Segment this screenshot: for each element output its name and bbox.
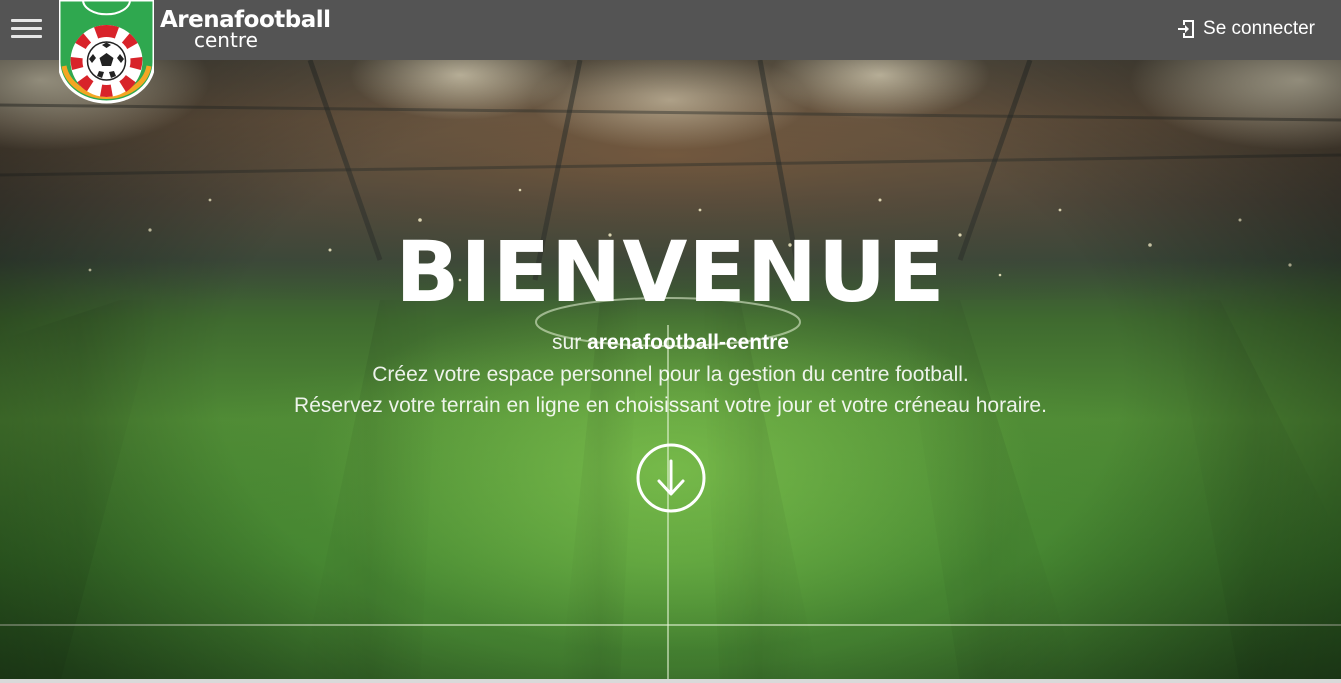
hero-line-2: Réservez votre terrain en ligne en chois… [294, 394, 1047, 417]
arrow-down-circle-icon[interactable] [636, 443, 706, 513]
hero-site-name: arenafootball-centre [587, 331, 789, 354]
page: Arenafootball centre Se connecter BIENVE… [0, 0, 1341, 683]
hero-subtitle-prefix: sur [552, 331, 582, 354]
page-bottom-edge [0, 679, 1341, 683]
sign-in-icon [1178, 20, 1195, 38]
login-label: Se connecter [1203, 18, 1315, 39]
hero-title: BIENVENUE [395, 223, 946, 321]
soccer-ball-logo-icon[interactable] [59, 0, 154, 104]
login-link[interactable]: Se connecter [1177, 16, 1315, 42]
hero-subtitle: sur arenafootball-centre [0, 329, 1341, 357]
brand-wordmark[interactable]: Arenafootball centre [160, 6, 360, 54]
top-navigation-bar: Arenafootball centre Se connecter [0, 0, 1341, 60]
hamburger-menu-icon[interactable] [11, 19, 42, 43]
hero-line-1: Créez votre espace personnel pour la ges… [372, 363, 969, 386]
brand-subtitle: centre [194, 28, 258, 52]
